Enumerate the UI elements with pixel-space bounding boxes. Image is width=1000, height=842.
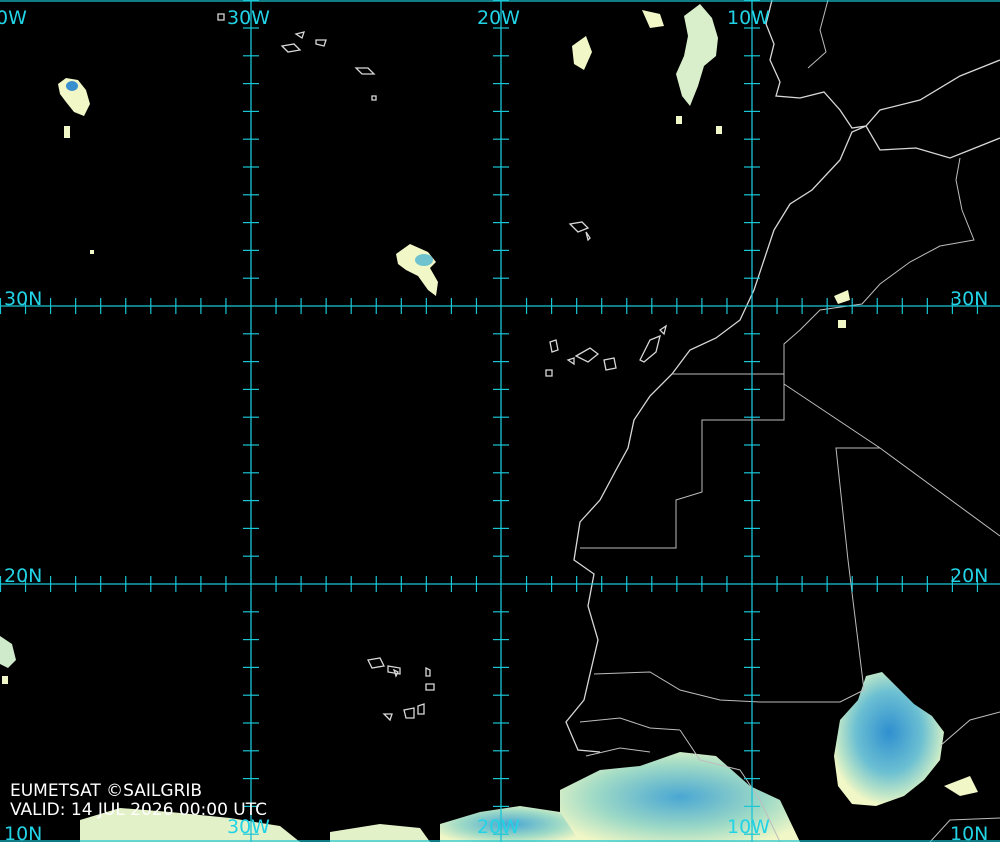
cloud-patch bbox=[676, 116, 682, 124]
cloud-patch bbox=[2, 676, 8, 684]
cloud-patch bbox=[64, 126, 70, 138]
cloud-patch bbox=[716, 126, 722, 134]
label-lat-20n-right: 20N bbox=[950, 565, 988, 587]
valid-time: VALID: 14 JUL 2026 00:00 UTC bbox=[10, 800, 267, 820]
label-bottom-10n-right: 10N bbox=[950, 823, 988, 842]
cloud-patch bbox=[90, 250, 94, 254]
label-lon-20w: 20W bbox=[477, 7, 520, 29]
label-bottom-20w: 20W bbox=[477, 816, 520, 838]
label-bottom-10w: 10W bbox=[727, 816, 770, 838]
label-bottom-10n-left: 10N bbox=[4, 823, 42, 842]
label-lon-30w: 30W bbox=[227, 7, 270, 29]
satellite-map: 0W 30W 20W 10W 30N 30N 20N 20N 10N 30W 2… bbox=[0, 0, 1000, 842]
cloud-patch bbox=[838, 320, 846, 328]
label-lon-40w: 0W bbox=[0, 7, 27, 29]
label-lat-20n-left: 20N bbox=[4, 565, 42, 587]
credit-source: EUMETSAT ©SAILGRIB bbox=[10, 781, 202, 801]
label-lat-30n-left: 30N bbox=[4, 288, 42, 310]
cloud-patch bbox=[66, 81, 78, 91]
label-lat-30n-right: 30N bbox=[950, 288, 988, 310]
label-lon-10w: 10W bbox=[727, 7, 770, 29]
cloud-patch bbox=[415, 254, 433, 266]
